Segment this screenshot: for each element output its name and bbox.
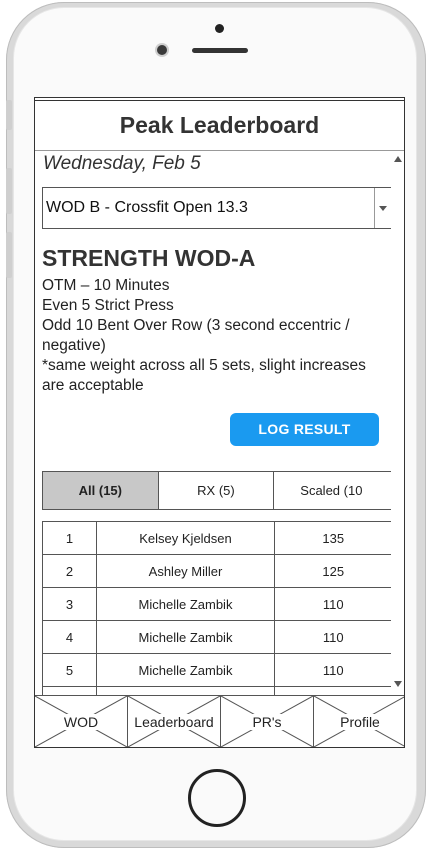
tab-all[interactable]: All (15)	[43, 472, 159, 509]
athlete-name-cell: Michelle Zambik	[96, 620, 275, 654]
score-cell: 125	[274, 554, 392, 588]
workout-line: Odd 10 Bent Over Row (3 second eccentric…	[42, 317, 350, 354]
table-row[interactable]: 4 Michelle Zambik 110	[42, 620, 392, 654]
nav-tab-label: Leaderboard	[132, 713, 216, 730]
nav-tab-wod[interactable]: WOD	[35, 696, 128, 747]
score-cell: 110	[274, 587, 392, 621]
content-scroll-area[interactable]: Wednesday, Feb 5 WOD B - Crossfit Open 1…	[35, 150, 404, 720]
workout-line: *same weight across all 5 sets, slight i…	[42, 357, 366, 394]
filter-tabs: All (15) RX (5) Scaled (10	[42, 471, 391, 510]
log-result-button[interactable]: LOG RESULT	[230, 413, 379, 446]
athlete-name-cell: Michelle Zambik	[96, 587, 275, 621]
score-cell: 135	[274, 521, 392, 555]
workout-line: OTM – 10 Minutes	[42, 277, 170, 294]
nav-tab-profile[interactable]: Profile	[314, 696, 404, 747]
earpiece-speaker	[192, 48, 248, 53]
athlete-name-cell: Ashley Miller	[96, 554, 275, 588]
chevron-down-icon[interactable]	[374, 188, 391, 228]
date-label: Wednesday, Feb 5	[43, 153, 201, 174]
score-cell: 110	[274, 653, 392, 687]
nav-tab-label: Profile	[338, 713, 382, 730]
tab-rx[interactable]: RX (5)	[159, 472, 275, 509]
rank-cell: 1	[42, 521, 97, 555]
mute-switch	[6, 100, 12, 130]
score-cell: 110	[274, 620, 392, 654]
rank-cell: 3	[42, 587, 97, 621]
workout-line: Even 5 Strict Press	[42, 297, 174, 314]
rank-cell: 2	[42, 554, 97, 588]
leaderboard-table: 1 Kelsey Kjeldsen 135 2 Ashley Miller 12…	[42, 521, 392, 720]
app-title: Peak Leaderboard	[119, 112, 320, 138]
athlete-name-cell: Kelsey Kjeldsen	[96, 521, 275, 555]
volume-up-button	[6, 168, 12, 214]
scroll-down-arrow-icon[interactable]	[394, 681, 402, 687]
nav-tab-label: PR's	[250, 713, 284, 730]
wod-dropdown[interactable]: WOD B - Crossfit Open 13.3	[42, 187, 391, 229]
table-row[interactable]: 3 Michelle Zambik 110	[42, 587, 392, 621]
nav-tab-leaderboard[interactable]: Leaderboard	[128, 696, 221, 747]
workout-description: OTM – 10 Minutes Even 5 Strict Press Odd…	[42, 276, 382, 396]
athlete-name-cell: Michelle Zambik	[96, 653, 275, 687]
vertical-scrollbar[interactable]	[391, 151, 404, 695]
screen-divider	[35, 100, 404, 101]
sensor-dot	[215, 24, 224, 33]
bottom-tab-bar: WOD Leaderboard PR's Profile	[35, 695, 404, 747]
table-row[interactable]: 2 Ashley Miller 125	[42, 554, 392, 588]
front-camera	[157, 45, 167, 55]
volume-down-button	[6, 232, 12, 278]
rank-cell: 4	[42, 620, 97, 654]
table-row[interactable]: 5 Michelle Zambik 110	[42, 653, 392, 687]
home-button[interactable]	[188, 769, 246, 827]
workout-heading: STRENGTH WOD-A	[42, 245, 256, 271]
wod-dropdown-value: WOD B - Crossfit Open 13.3	[46, 199, 248, 216]
table-row[interactable]: 1 Kelsey Kjeldsen 135	[42, 521, 392, 555]
nav-tab-label: WOD	[61, 713, 101, 730]
rank-cell: 5	[42, 653, 97, 687]
app-screen: Peak Leaderboard Wednesday, Feb 5 WOD B …	[34, 97, 405, 748]
scroll-up-arrow-icon[interactable]	[394, 156, 402, 162]
tab-scaled[interactable]: Scaled (10	[274, 472, 391, 509]
nav-tab-prs[interactable]: PR's	[221, 696, 314, 747]
